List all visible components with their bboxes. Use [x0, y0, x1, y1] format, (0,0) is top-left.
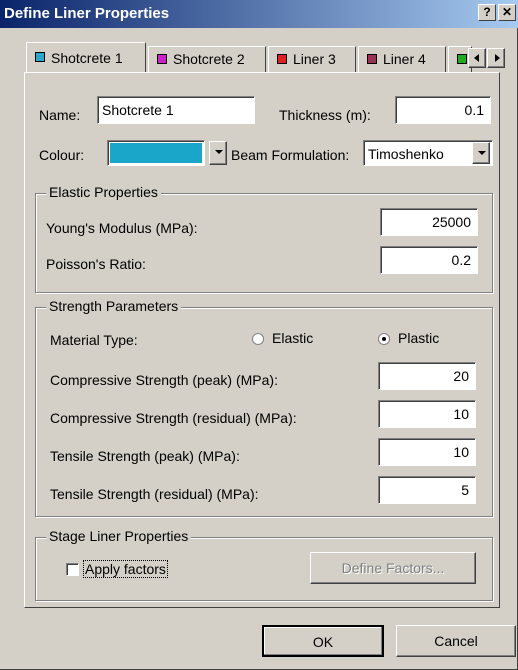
help-button[interactable]: ? — [478, 4, 496, 21]
material-type-label: Material Type: — [50, 332, 138, 348]
tab-color-swatch — [457, 54, 467, 64]
chevron-left-icon — [474, 54, 479, 62]
define-factors-button[interactable]: Define Factors... — [310, 552, 476, 584]
help-icon: ? — [483, 5, 491, 19]
tensile-peak-label: Tensile Strength (peak) (MPa): — [50, 448, 240, 464]
plastic-radio[interactable]: Plastic — [378, 330, 474, 348]
window-title: Define Liner Properties — [4, 5, 170, 22]
tab-scroll-left-button[interactable] — [468, 48, 486, 68]
beam-formulation-dropdown-button[interactable] — [472, 142, 490, 164]
elastic-radio[interactable]: Elastic — [252, 330, 348, 348]
radio-selected-dot — [382, 337, 386, 341]
colour-dropdown-button[interactable] — [209, 141, 227, 165]
apply-factors-box[interactable] — [66, 563, 79, 576]
poissons-ratio-label: Poisson's Ratio: — [46, 256, 146, 272]
comp-peak-input[interactable]: 20 — [378, 362, 476, 390]
stage-liner-properties-group: Stage Liner Properties Apply factors Def… — [35, 528, 493, 601]
poissons-ratio-input[interactable]: 0.2 — [380, 246, 478, 274]
tab-color-swatch — [157, 54, 167, 64]
strength-parameters-title: Strength Parameters — [46, 298, 182, 314]
tab-label: Liner 3 — [293, 51, 336, 67]
tab-panel: Name: Shotcrete 1 Thickness (m): 0.1 Col… — [24, 72, 500, 608]
tab-shotcrete-2[interactable]: Shotcrete 2 — [148, 46, 266, 72]
close-icon: ✕ — [501, 5, 513, 19]
elastic-radio-label: Elastic — [272, 330, 314, 346]
thickness-input[interactable]: 0.1 — [395, 96, 491, 124]
colour-label: Colour: — [39, 147, 85, 163]
elastic-properties-group: Elastic Properties Young's Modulus (MPa)… — [35, 184, 493, 293]
colour-dropdown[interactable] — [107, 140, 205, 166]
tab-color-swatch — [367, 54, 377, 64]
youngs-modulus-label: Young's Modulus (MPa): — [46, 220, 198, 236]
tab-liner-3[interactable]: Liner 3 — [268, 46, 356, 72]
tab-color-swatch — [277, 54, 287, 64]
define-liner-properties-dialog: Define Liner Properties ? ✕ Shotcrete 1 … — [0, 0, 518, 670]
close-button[interactable]: ✕ — [498, 4, 516, 21]
tensile-residual-label: Tensile Strength (residual) (MPa): — [50, 486, 259, 502]
tab-scroll-right-button[interactable] — [487, 48, 505, 68]
tab-color-swatch — [35, 52, 45, 62]
name-input[interactable]: Shotcrete 1 — [97, 96, 255, 124]
strength-parameters-group: Strength Parameters Material Type: Elast… — [35, 298, 493, 517]
tab-label: Shotcrete 2 — [173, 51, 245, 67]
plastic-radio-label: Plastic — [398, 330, 440, 346]
thickness-label: Thickness (m): — [279, 107, 371, 123]
apply-factors-label: Apply factors — [83, 560, 168, 578]
tab-label: Liner 4 — [383, 51, 426, 67]
chevron-down-icon — [478, 151, 486, 155]
chevron-down-icon — [215, 150, 223, 154]
title-bar[interactable]: Define Liner Properties ? ✕ — [0, 0, 518, 28]
youngs-modulus-input[interactable]: 25000 — [380, 208, 478, 236]
stage-liner-properties-title: Stage Liner Properties — [46, 528, 192, 544]
apply-factors-checkbox[interactable]: Apply factors — [66, 560, 196, 580]
tensile-peak-input[interactable]: 10 — [378, 438, 476, 466]
plastic-radio-circle[interactable] — [378, 333, 390, 345]
tensile-residual-input[interactable]: 5 — [378, 476, 476, 504]
ok-button[interactable]: OK — [262, 625, 384, 657]
beam-formulation-select[interactable]: Timoshenko — [363, 140, 493, 166]
tab-label: Shotcrete 1 — [51, 50, 123, 66]
elastic-radio-circle[interactable] — [252, 333, 264, 345]
tab-shotcrete-1[interactable]: Shotcrete 1 — [26, 42, 146, 72]
beam-formulation-value: Timoshenko — [368, 146, 444, 162]
chevron-right-icon — [495, 54, 500, 62]
comp-residual-input[interactable]: 10 — [378, 400, 476, 428]
comp-peak-label: Compressive Strength (peak) (MPa): — [50, 372, 278, 388]
tab-liner-4[interactable]: Liner 4 — [358, 46, 446, 72]
comp-residual-label: Compressive Strength (residual) (MPa): — [50, 410, 297, 426]
beam-formulation-label: Beam Formulation: — [231, 147, 350, 163]
cancel-button[interactable]: Cancel — [396, 625, 516, 657]
colour-swatch — [110, 143, 202, 163]
name-label: Name: — [39, 107, 81, 123]
elastic-properties-title: Elastic Properties — [46, 184, 161, 200]
